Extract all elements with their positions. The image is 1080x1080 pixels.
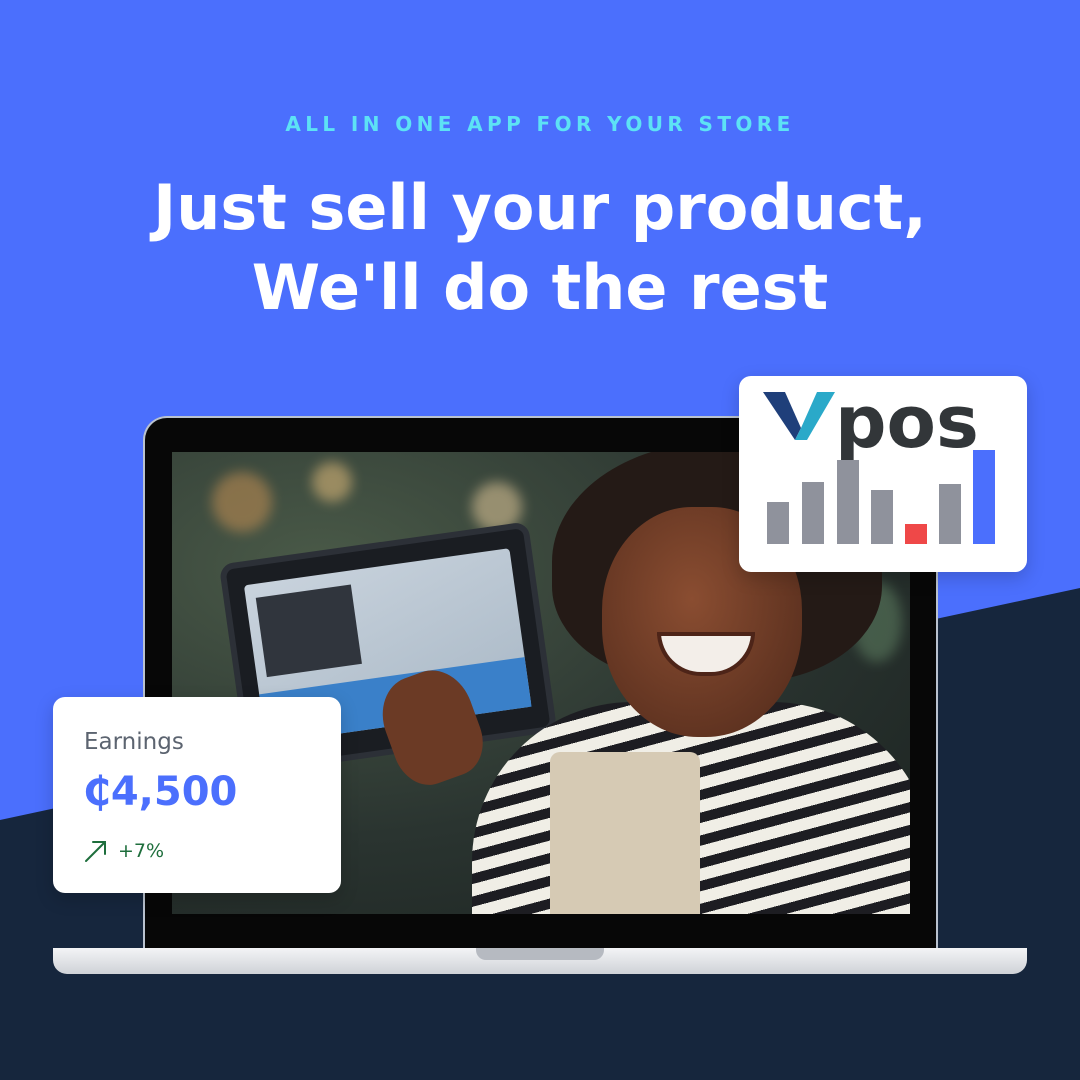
headline-line-2: We'll do the rest: [251, 251, 829, 324]
eyebrow-text: ALL IN ONE APP FOR YOUR STORE: [285, 112, 795, 136]
arrow-up-right-icon: [85, 841, 106, 862]
earnings-trend: +7%: [118, 840, 165, 862]
earnings-card: Earnings ₵4,500 +7%: [53, 697, 341, 893]
headline: Just sell your product, We'll do the res…: [0, 168, 1080, 328]
apron: [550, 752, 700, 914]
bar-chart-icon: [767, 450, 995, 544]
vpos-v-icon: [763, 392, 835, 440]
laptop-notch: [476, 948, 604, 960]
earnings-value: ₵4,500: [83, 769, 238, 815]
headline-line-1: Just sell your product,: [153, 171, 927, 244]
earnings-label: Earnings: [84, 729, 184, 755]
vpos-logo-card: pos: [739, 376, 1027, 572]
